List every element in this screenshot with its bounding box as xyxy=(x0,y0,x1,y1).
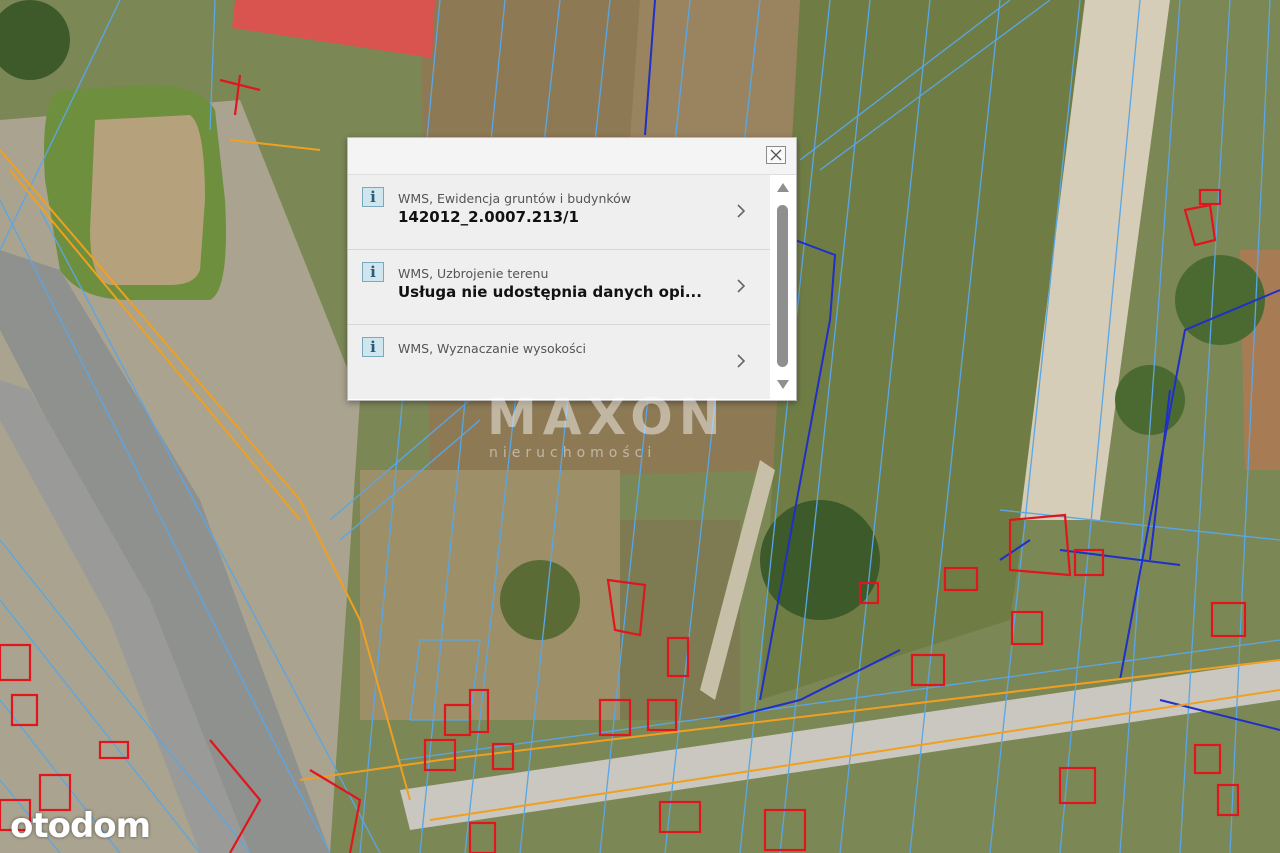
popup-header xyxy=(348,138,796,175)
chevron-right-icon[interactable] xyxy=(736,203,746,219)
result-value: Usługa nie udostępnia danych opi... xyxy=(398,283,702,301)
watermark-tagline: nieruchomości xyxy=(489,445,657,461)
result-source: WMS, Wyznaczanie wysokości xyxy=(398,341,586,356)
result-list: i WMS, Ewidencja gruntów i budynków 1420… xyxy=(348,175,770,399)
otodom-logo: otodom xyxy=(10,806,151,846)
watermark-brand: MAXON xyxy=(487,388,727,446)
feature-info-popup: i WMS, Ewidencja gruntów i budynków 1420… xyxy=(347,137,797,401)
result-value: 142012_2.0007.213/1 xyxy=(398,208,579,226)
chevron-right-icon[interactable] xyxy=(736,353,746,369)
info-icon: i xyxy=(362,187,384,207)
info-icon: i xyxy=(362,337,384,357)
scroll-up-arrow-icon[interactable] xyxy=(776,181,790,193)
scroll-down-arrow-icon[interactable] xyxy=(776,379,790,391)
info-icon: i xyxy=(362,262,384,282)
close-button[interactable] xyxy=(766,146,786,164)
chevron-right-icon[interactable] xyxy=(736,278,746,294)
close-icon xyxy=(770,149,782,161)
scrollbar[interactable] xyxy=(771,175,795,399)
result-item-uzbrojenie[interactable]: i WMS, Uzbrojenie terenu Usługa nie udos… xyxy=(348,250,770,325)
result-item-ewidencja[interactable]: i WMS, Ewidencja gruntów i budynków 1420… xyxy=(348,175,770,250)
result-source: WMS, Uzbrojenie terenu xyxy=(398,266,549,281)
result-source: WMS, Ewidencja gruntów i budynków xyxy=(398,191,632,206)
scroll-thumb[interactable] xyxy=(777,205,788,367)
